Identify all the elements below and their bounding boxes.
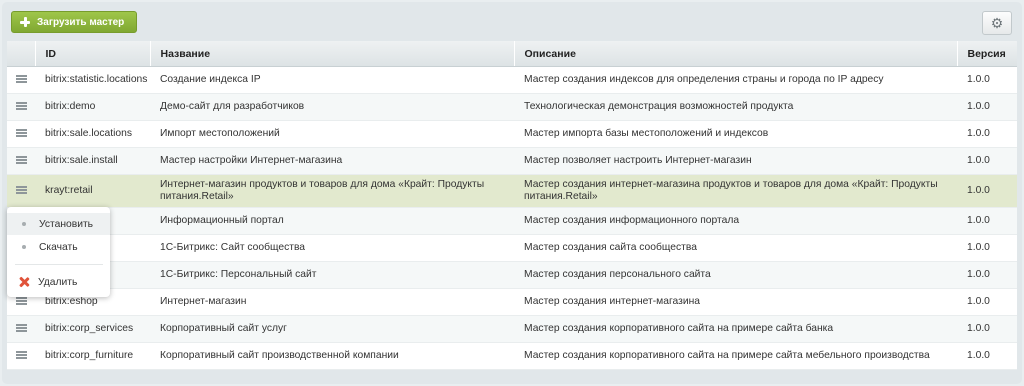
row-actions-cell [7, 315, 35, 343]
cell-description: Мастер позволяет настроить Интернет-мага… [514, 147, 957, 175]
bullet-icon [22, 245, 26, 249]
menu-icon[interactable] [15, 324, 27, 332]
menu-item-delete[interactable]: Удалить [7, 271, 110, 293]
cell-description: Мастер создания интернет-магазина продук… [514, 174, 957, 208]
cell-name: Мастер настройки Интернет-магазина [150, 147, 514, 175]
cell-name: 1С-Битрикс: Сайт сообщества [150, 234, 514, 262]
menu-icon[interactable] [15, 186, 27, 194]
add-master-button[interactable]: Загрузить мастер [11, 11, 137, 33]
row-actions-cell [7, 342, 35, 370]
cell-version: 1.0.0 [957, 174, 1017, 208]
column-header-description[interactable]: Описание [513, 41, 957, 67]
cell-id: bitrix:demo [35, 93, 150, 121]
cell-description: Технологическая демонстрация возможносте… [514, 93, 957, 121]
cell-id: krayt:retail [35, 174, 150, 208]
cell-name: Корпоративный сайт производственной комп… [150, 342, 514, 370]
add-master-label: Загрузить мастер [37, 16, 125, 28]
cell-name: Демо-сайт для разработчиков [150, 93, 514, 121]
cell-description: Мастер импорта базы местоположений и инд… [514, 120, 957, 148]
cell-name: Корпоративный сайт услуг [150, 315, 514, 343]
table-header: ID Название Описание Версия [7, 41, 1017, 67]
table-row[interactable]: krayt:retail Интернет-магазин продуктов и… [7, 174, 1017, 208]
gear-icon: ⚙ [990, 14, 1004, 31]
bullet-icon [22, 222, 26, 226]
cell-id: bitrix:corp_services [35, 315, 150, 343]
menu-icon[interactable] [15, 297, 27, 305]
column-header-id[interactable]: ID [34, 41, 150, 67]
row-actions-cell [7, 120, 35, 148]
table-row[interactable]: bitrix:statistic.locations Создание индек… [7, 66, 1017, 94]
cell-version: 1.0.0 [957, 207, 1017, 235]
menu-icon[interactable] [15, 75, 27, 83]
cell-description: Мастер создания индексов для определения… [514, 66, 957, 94]
menu-item-download[interactable]: Скачать [7, 236, 110, 258]
plus-icon [20, 17, 30, 27]
row-actions-cell [7, 66, 35, 94]
row-actions-cell [7, 174, 35, 208]
menu-separator [15, 264, 103, 265]
delete-icon [19, 277, 29, 287]
table-row[interactable]: ommunity1С-Битрикс: Сайт сообществаМасте… [7, 234, 1017, 262]
menu-item-label: Удалить [38, 276, 78, 288]
table-row[interactable]: ersonal1С-Битрикс: Персональный сайтМаст… [7, 261, 1017, 289]
cell-name: Интернет-магазин продуктов и товаров для… [150, 174, 514, 208]
menu-icon[interactable] [15, 129, 27, 137]
cell-name: 1С-Битрикс: Персональный сайт [150, 261, 514, 289]
cell-description: Мастер создания персонального сайта [514, 261, 957, 289]
cell-description: Мастер создания информационного портала [514, 207, 957, 235]
cell-name: Информационный портал [150, 207, 514, 235]
row-actions-cell [7, 147, 35, 175]
table-row[interactable]: bitrix:sale.install Мастер настройки Инте… [7, 147, 1017, 175]
menu-icon[interactable] [15, 102, 27, 110]
cell-description: Мастер создания корпоративного сайта на … [514, 315, 957, 343]
cell-description: Мастер создания интернет-магазина [514, 288, 957, 316]
cell-id: bitrix:statistic.locations [35, 66, 150, 94]
menu-icon[interactable] [15, 351, 27, 359]
table-row[interactable]: bitrix:corp_services Корпоративный сайт у… [7, 315, 1017, 343]
cell-version: 1.0.0 [957, 93, 1017, 121]
cell-version: 1.0.0 [957, 147, 1017, 175]
table-row[interactable]: bitrix:eshop Интернет-магазин Мастер созда… [7, 288, 1017, 316]
cell-id: bitrix:sale.install [35, 147, 150, 175]
cell-id: bitrix:corp_furniture [35, 342, 150, 370]
cell-version: 1.0.0 [957, 261, 1017, 289]
table-row[interactable]: alИнформационный порталМастер создания и… [7, 207, 1017, 235]
menu-item-install[interactable]: Установить [7, 213, 110, 235]
table-row[interactable]: bitrix:corp_furniture Корпоративный сайт … [7, 342, 1017, 370]
settings-button[interactable]: ⚙ [982, 11, 1012, 35]
cell-version: 1.0.0 [957, 120, 1017, 148]
column-header-name[interactable]: Название [149, 41, 514, 67]
cell-version: 1.0.0 [957, 66, 1017, 94]
table-row[interactable]: bitrix:demo Демо-сайт для разработчиков Те… [7, 93, 1017, 121]
cell-version: 1.0.0 [957, 315, 1017, 343]
masters-table: ID Название Описание Версия bitrix:stati… [7, 41, 1017, 370]
cell-version: 1.0.0 [957, 342, 1017, 370]
menu-item-label: Скачать [39, 241, 78, 253]
cell-name: Создание индекса IP [150, 66, 514, 94]
row-context-menu: Установить Скачать Удалить [7, 207, 110, 297]
cell-description: Мастер создания сайта сообщества [514, 234, 957, 262]
cell-description: Мастер создания корпоративного сайта на … [514, 342, 957, 370]
row-actions-cell [7, 93, 35, 121]
table-row[interactable]: bitrix:sale.locations Импорт местоположен… [7, 120, 1017, 148]
cell-version: 1.0.0 [957, 288, 1017, 316]
cell-version: 1.0.0 [957, 234, 1017, 262]
cell-name: Интернет-магазин [150, 288, 514, 316]
column-header-version[interactable]: Версия [956, 41, 1017, 67]
cell-name: Импорт местоположений [150, 120, 514, 148]
column-header-actions [7, 41, 35, 67]
menu-item-label: Установить [39, 218, 94, 230]
menu-icon[interactable] [15, 156, 27, 164]
cell-id: bitrix:sale.locations [35, 120, 150, 148]
